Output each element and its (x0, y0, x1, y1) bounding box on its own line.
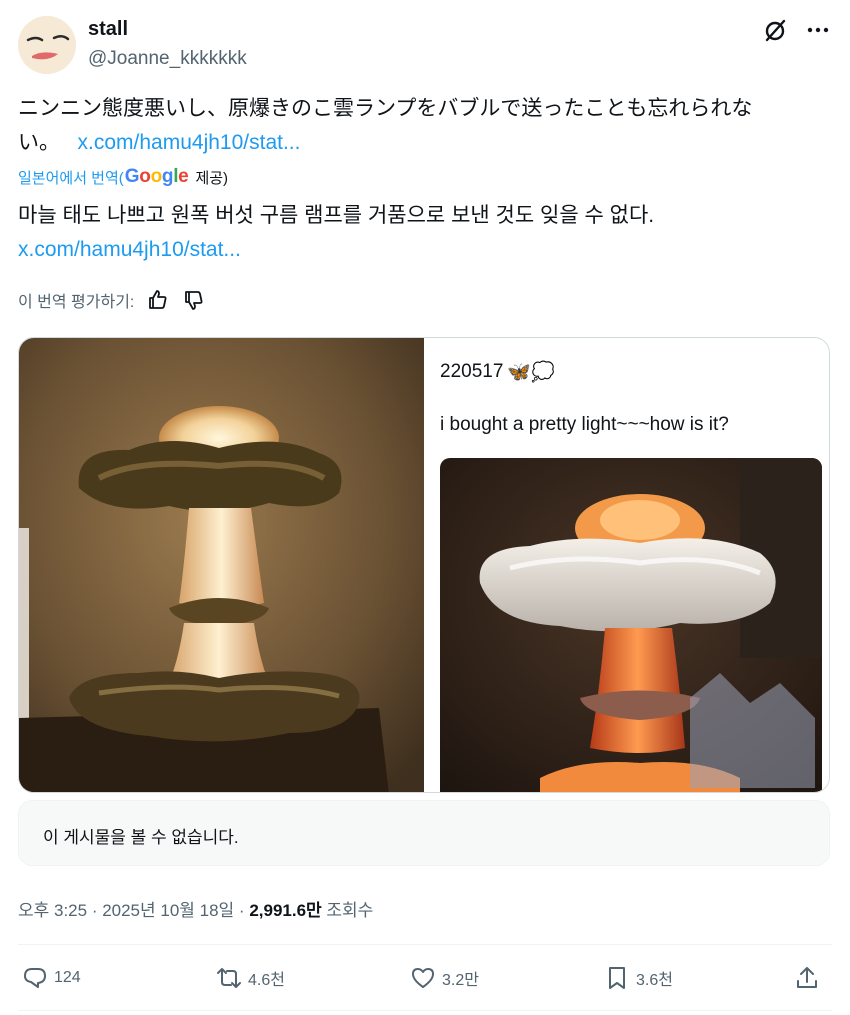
tweet-original-text: ニンニン態度悪いし、原爆きのこ雲ランプをバブルで送ったことも忘れられない。 x.… (18, 92, 830, 160)
view-count: 2,991.6만 (249, 901, 322, 920)
bookmark-count: 3.6천 (636, 972, 673, 989)
bookmark-icon (609, 967, 625, 989)
translated-link[interactable]: x.com/hamu4jh10/stat... (18, 238, 241, 261)
unavailable-post-notice: 이 게시물을 볼 수 없습니다. (18, 800, 830, 866)
original-link[interactable]: x.com/hamu4jh10/stat... (78, 131, 301, 154)
user-handle[interactable]: @Joanne_kkkkkkk (88, 48, 247, 70)
avatar[interactable] (18, 16, 76, 74)
like-button[interactable]: 3.2만 (410, 965, 479, 991)
media-grid: 220517 🦋💭 i bought a pretty light~~~how … (18, 337, 830, 793)
repost-icon (217, 968, 241, 988)
rate-label: 이 번역 평가하기: (18, 294, 135, 311)
share-button[interactable] (794, 965, 826, 991)
divider (18, 944, 832, 945)
more-icon[interactable] (804, 16, 832, 44)
reply-icon (24, 968, 46, 988)
translated-text: 마늘 태도 나쁘고 원폭 버섯 구름 램프를 거품으로 보낸 것도 잊을 수 없… (18, 204, 655, 227)
post-meta: 오후 3:25 · 2025년 10월 18일 · 2,991.6만 조회수 (18, 896, 373, 921)
quoted-caption: i bought a pretty light~~~how is it? (440, 414, 729, 435)
photo-mushroom-lamp-1[interactable] (19, 338, 424, 792)
tweet-header: stall @Joanne_kkkkkkk (18, 14, 832, 76)
repost-button[interactable]: 4.6천 (216, 965, 285, 991)
post-time[interactable]: 오후 3:25 · 2025년 10월 18일 · (18, 901, 249, 920)
translate-label: 일본어에서 번역( (18, 169, 124, 187)
thumbs-up-icon[interactable] (146, 288, 170, 312)
unavailable-text: 이 게시물을 볼 수 없습니다. (43, 828, 239, 847)
quoted-post[interactable]: 220517 🦋💭 i bought a pretty light~~~how … (424, 338, 829, 792)
grok-icon[interactable] (762, 16, 790, 44)
rate-translation: 이 번역 평가하기: (18, 288, 206, 312)
like-icon (412, 968, 434, 988)
google-logo: Google (124, 166, 189, 187)
thumbs-down-icon[interactable] (182, 288, 206, 312)
quoted-date: 220517 🦋💭 (440, 360, 555, 384)
repost-count: 4.6천 (248, 972, 285, 989)
reply-count: 124 (54, 969, 81, 986)
translation-attribution[interactable]: 일본어에서 번역( Google 제공) (18, 166, 228, 188)
action-bar: 124 4.6천 3.2만 3.6천 (18, 957, 830, 1001)
views-label: 조회수 (321, 901, 374, 920)
tweet-translated-text: 마늘 태도 나쁘고 원폭 버섯 구름 램프를 거품으로 보낸 것도 잊을 수 없… (18, 199, 830, 267)
quoted-date-text: 220517 (440, 361, 504, 382)
share-icon (797, 967, 817, 988)
provided-label: 제공) (195, 169, 229, 187)
display-name[interactable]: stall (88, 18, 128, 41)
photo-mushroom-lamp-2[interactable] (440, 458, 822, 792)
butterfly-bubble-icon: 🦋💭 (507, 362, 555, 383)
bookmark-button[interactable]: 3.6천 (604, 965, 673, 991)
divider (18, 1010, 832, 1011)
like-count: 3.2만 (442, 972, 479, 989)
reply-button[interactable]: 124 (22, 965, 81, 991)
